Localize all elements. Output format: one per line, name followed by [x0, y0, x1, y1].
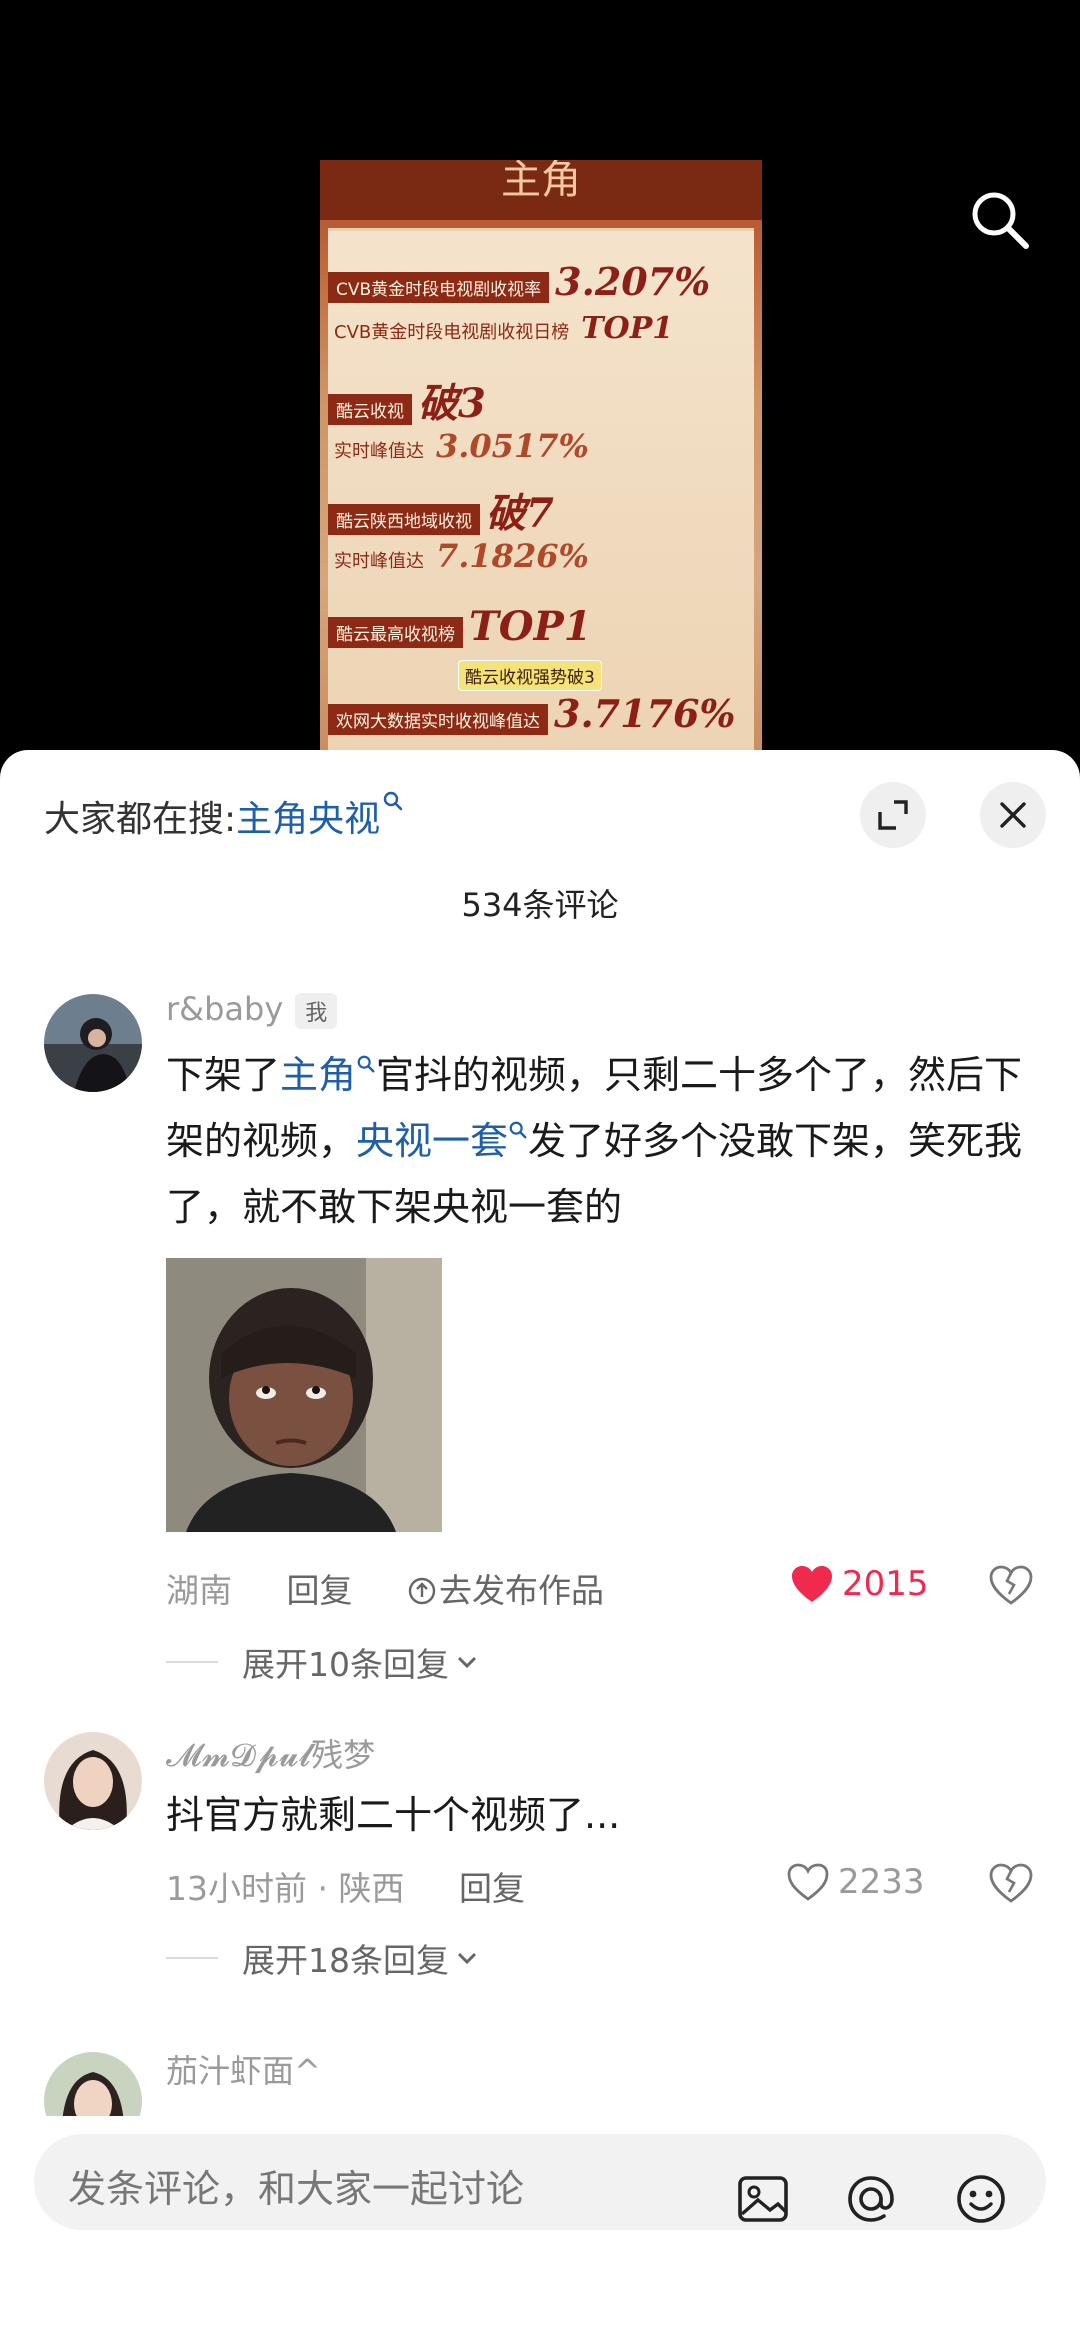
video-caption: 酷云收视强势破3	[458, 660, 602, 691]
avatar[interactable]	[44, 1732, 142, 1830]
hot-search[interactable]: 大家都在搜:主角央视	[44, 790, 404, 842]
heart-outline-icon	[787, 1863, 829, 1901]
poster-stat: CVB黄金时段电视剧收视日榜 TOP1	[334, 311, 674, 346]
poster-stat: 实时峰值达 7.1826%	[334, 537, 589, 575]
search-small-icon	[357, 1055, 375, 1073]
divider	[166, 1957, 218, 1959]
divider	[166, 1661, 218, 1663]
comment-text: 下架了主角 官抖的视频，只剩二十多个了，然后下架的视频，央视一套 发了好多个没敢…	[166, 1053, 1023, 1229]
close-icon[interactable]	[980, 782, 1046, 848]
reply-button[interactable]: 回复	[459, 1869, 525, 1908]
comment-meta: 湖南 回复 去发布作品	[166, 1564, 604, 1612]
like-count: 2233	[838, 1862, 925, 1902]
expand-icon[interactable]	[860, 782, 926, 848]
self-badge: 我	[295, 993, 338, 1029]
poster-stat: CVB黄金时段电视剧收视率 3.207%	[328, 259, 710, 304]
like-button[interactable]: 2233	[786, 1862, 925, 1902]
video-poster: 主角 CVB黄金时段电视剧收视率 3.207% CVB黄金时段电视剧收视日榜 T…	[320, 160, 762, 760]
comment-count: 534条评论	[461, 886, 619, 924]
hot-search-term[interactable]: 主角央视	[236, 799, 380, 840]
expand-replies[interactable]: 展开18条回复	[166, 1934, 479, 1982]
at-icon[interactable]	[840, 2168, 902, 2230]
poster-stat: 酷云陕西地域收视 破7	[328, 481, 554, 539]
comment-username[interactable]: r&baby 我	[166, 990, 338, 1029]
comment-image[interactable]	[166, 1258, 442, 1532]
reply-button[interactable]: 回复	[287, 1571, 353, 1610]
poster-stat: 欢网大数据实时收视峰值达 3.7176%	[328, 691, 736, 736]
chevron-down-icon	[457, 1952, 477, 1965]
comment-username[interactable]: 茄汁虾面^	[166, 2046, 321, 2092]
dislike-icon[interactable]	[988, 1564, 1034, 1610]
search-small-icon	[509, 1121, 527, 1139]
keyword-link[interactable]: 央视一套	[356, 1119, 508, 1163]
comment-meta: 13小时前 · 陕西 回复	[166, 1862, 525, 1910]
poster-stat: 酷云最高收视榜 TOP1	[328, 603, 592, 650]
poster-stat: 实时峰值达 3.0517%	[334, 427, 589, 465]
dislike-icon[interactable]	[988, 1862, 1034, 1908]
image-icon[interactable]	[732, 2168, 794, 2230]
emoji-icon[interactable]	[950, 2168, 1012, 2230]
comment-username[interactable]: 𝓜𝓶𝓓𝓹𝓾𝓵残梦	[166, 1730, 375, 1776]
search-small-icon	[383, 791, 403, 811]
comment-input-placeholder[interactable]: 发条评论，和大家一起讨论	[68, 2158, 524, 2213]
upload-icon	[408, 1577, 436, 1605]
comment-sheet: 大家都在搜:主角央视 534条评论 r&baby 我 下架了主角 官抖的视频，只…	[0, 750, 1080, 2341]
keyword-link[interactable]: 主角	[280, 1053, 356, 1097]
hot-search-prefix: 大家都在搜:	[44, 799, 237, 840]
poster-stat: 酷云收视 破3	[328, 371, 486, 429]
avatar[interactable]	[44, 994, 142, 1092]
search-icon[interactable]	[968, 188, 1032, 252]
chevron-down-icon	[457, 1656, 477, 1669]
publish-button[interactable]: 去发布作品	[407, 1571, 604, 1610]
comment-input[interactable]: 发条评论，和大家一起讨论	[34, 2134, 1046, 2230]
like-button[interactable]: 2015	[790, 1564, 929, 1604]
comment-time-location: 13小时前 · 陕西	[166, 1869, 405, 1908]
comment-input-bar: 发条评论，和大家一起讨论	[0, 2116, 1080, 2341]
heart-filled-icon	[792, 1566, 832, 1602]
comment-location: 湖南	[166, 1571, 232, 1610]
poster-title: 主角	[320, 160, 762, 220]
like-count: 2015	[842, 1564, 929, 1604]
video-player[interactable]: 主角 CVB黄金时段电视剧收视率 3.207% CVB黄金时段电视剧收视日榜 T…	[0, 0, 1080, 760]
expand-replies[interactable]: 展开10条回复	[166, 1638, 479, 1686]
comment-text: 抖官方就剩二十个视频了...	[166, 1793, 621, 1837]
